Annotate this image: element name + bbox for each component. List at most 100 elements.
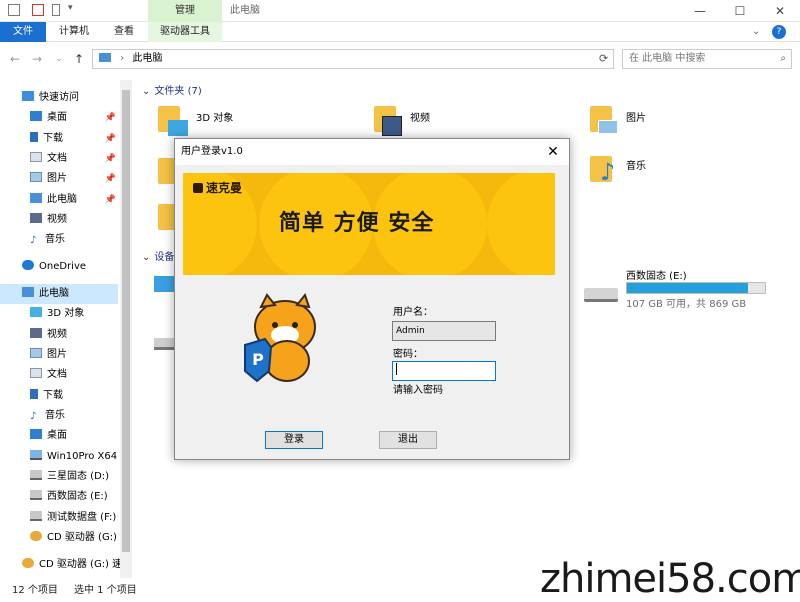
- username-field[interactable]: Admin: [392, 321, 496, 341]
- sidebar-item-videos-pc[interactable]: 视频: [0, 325, 120, 345]
- sidebar-item-drive-e[interactable]: 西数固态 (E:): [0, 487, 120, 507]
- folder-pictures[interactable]: 图片: [626, 109, 646, 124]
- sidebar-item-downloads-pc[interactable]: 下载: [0, 386, 120, 406]
- sidebar-item-label: OneDrive: [39, 261, 87, 272]
- sidebar-item-onedrive[interactable]: OneDrive: [0, 257, 120, 277]
- sidebar-item-cd-drive-root[interactable]: CD 驱动器 (G:) 速: [0, 555, 123, 575]
- window-title: 此电脑: [230, 5, 260, 16]
- search-icon: ⌕: [780, 53, 786, 64]
- sidebar-item-desktop[interactable]: 桌面 📌: [0, 108, 120, 128]
- sidebar-item-label: 文档: [47, 369, 67, 380]
- folder-music[interactable]: 音乐: [626, 157, 646, 172]
- tiger-mascot-icon: P: [244, 292, 316, 383]
- logo-icon: [193, 183, 203, 193]
- exit-button[interactable]: 退出: [379, 431, 437, 449]
- sidebar-item-label: 下载: [43, 390, 63, 401]
- maximize-button[interactable]: ☐: [720, 0, 760, 22]
- tab-file[interactable]: 文件: [0, 22, 46, 42]
- sidebar-item-documents[interactable]: 文档 📌: [0, 149, 120, 169]
- windows-drive-icon[interactable]: [154, 276, 176, 292]
- up-button[interactable]: ↑: [70, 50, 88, 68]
- music-icon: ♪: [30, 411, 37, 422]
- landscape-icon: [598, 120, 618, 134]
- help-icon[interactable]: ?: [772, 25, 786, 39]
- folders-group-label: 文件夹 (7): [154, 86, 202, 97]
- forward-button[interactable]: →: [28, 50, 46, 68]
- quick-access-icon[interactable]: [8, 4, 20, 16]
- sidebar-item-music[interactable]: ♪ 音乐: [0, 230, 120, 250]
- context-tab-manage[interactable]: 管理: [148, 0, 222, 22]
- properties-icon[interactable]: [32, 4, 44, 16]
- item-count: 12 个项目: [12, 585, 58, 596]
- sidebar-item-this-pc-pinned[interactable]: 此电脑 📌: [0, 190, 120, 210]
- svg-text:P: P: [252, 350, 264, 369]
- sidebar-item-documents-pc[interactable]: 文档: [0, 365, 120, 385]
- drive-e-name[interactable]: 西数固态 (E:): [626, 267, 687, 282]
- drive-e-usage-fill: [627, 283, 749, 293]
- tab-drive-tools[interactable]: 驱动器工具: [148, 22, 222, 42]
- sidebar-item-label: 视频: [47, 329, 67, 340]
- sidebar-item-music-pc[interactable]: ♪ 音乐: [0, 406, 120, 426]
- music-note-icon: ♪: [600, 158, 616, 186]
- address-bar[interactable]: › 此电脑: [92, 49, 614, 69]
- sidebar-item-3d-objects[interactable]: 3D 对象: [0, 304, 120, 324]
- download-icon: [30, 132, 38, 142]
- sidebar-item-videos[interactable]: 视频: [0, 210, 120, 230]
- sidebar-item-drive-f[interactable]: 测试数据盘 (F:): [0, 508, 120, 528]
- devices-group-label: 设备: [154, 252, 175, 263]
- sidebar-item-downloads[interactable]: 下载 📌: [0, 129, 120, 149]
- drive-icon[interactable]: [584, 288, 618, 302]
- back-button[interactable]: ←: [6, 50, 24, 68]
- tab-view[interactable]: 查看: [104, 22, 144, 42]
- password-hint: 请输入密码: [393, 385, 443, 396]
- watermark-text: zhimei58.com: [540, 556, 800, 602]
- folders-group-header[interactable]: ⌄ 文件夹 (7): [142, 82, 202, 97]
- refresh-button[interactable]: ⟳: [599, 52, 608, 65]
- navigation-pane: 快速访问 桌面 📌 下载 📌 文档 📌 图片 📌 此电脑 📌 视频 ♪ 音乐 OneDriv…: [0, 80, 132, 578]
- new-folder-icon[interactable]: [52, 4, 60, 16]
- drive-e-space: 107 GB 可用，共 869 GB: [626, 299, 747, 310]
- sidebar-item-pictures-pc[interactable]: 图片: [0, 345, 120, 365]
- sidebar-item-cd-drive[interactable]: CD 驱动器 (G:) 速: [0, 528, 130, 548]
- picture-icon: [30, 348, 42, 358]
- devices-group-header[interactable]: ⌄ 设备: [142, 248, 174, 263]
- close-button[interactable]: ✕: [760, 0, 800, 22]
- breadcrumb-chevron-icon: ›: [120, 53, 125, 64]
- title-bar: ▾ 管理 此电脑 — ☐ ✕: [0, 0, 800, 22]
- sidebar-item-label: CD 驱动器 (G:) 速: [39, 559, 123, 570]
- search-input[interactable]: 在 此电脑 中搜索 ⌕: [622, 49, 792, 69]
- computer-icon: [99, 53, 111, 62]
- sidebar-item-desktop-pc[interactable]: 桌面: [0, 426, 120, 446]
- brand-banner: 速克曼 简单 方便 安全: [183, 173, 555, 275]
- document-icon: [30, 152, 42, 162]
- selection-count: 选中 1 个项目: [74, 585, 137, 596]
- brand-name: 速克曼: [206, 181, 243, 195]
- folder-videos[interactable]: 视频: [410, 109, 430, 124]
- sidebar-item-quick-access[interactable]: 快速访问: [0, 88, 120, 108]
- dialog-close-button[interactable]: ✕: [539, 139, 567, 165]
- cd-drive-icon: [22, 558, 34, 568]
- recent-locations-button[interactable]: ⌄: [50, 50, 68, 68]
- customize-toolbar-icon[interactable]: ▾: [68, 3, 73, 13]
- sidebar-scrollbar-thumb[interactable]: [122, 90, 130, 552]
- sidebar-item-label: CD 驱动器 (G:) 速: [47, 532, 131, 543]
- tab-computer[interactable]: 计算机: [54, 22, 94, 42]
- cd-drive-icon: [30, 531, 42, 541]
- minimize-button[interactable]: —: [680, 0, 720, 22]
- sidebar-item-label: 桌面: [47, 112, 67, 123]
- computer-icon: [30, 193, 42, 203]
- expand-ribbon-icon[interactable]: ⌄: [752, 26, 760, 37]
- folder-3d-objects[interactable]: 3D 对象: [196, 109, 233, 124]
- desktop-icon: [30, 429, 42, 439]
- sidebar-item-this-pc[interactable]: 此电脑: [0, 284, 118, 304]
- drive-icon[interactable]: [154, 338, 176, 350]
- sidebar-item-drive-c[interactable]: Win10Pro X64 (C:): [0, 447, 132, 467]
- sidebar-item-label: 图片: [47, 349, 67, 360]
- password-field[interactable]: [392, 361, 496, 381]
- login-button[interactable]: 登录: [265, 431, 323, 449]
- desktop-icon: [30, 111, 42, 121]
- brand-logo: 速克曼: [193, 179, 242, 196]
- sidebar-item-drive-d[interactable]: 三星固态 (D:): [0, 467, 120, 487]
- sidebar-item-pictures[interactable]: 图片 📌: [0, 169, 120, 189]
- document-icon: [30, 368, 42, 378]
